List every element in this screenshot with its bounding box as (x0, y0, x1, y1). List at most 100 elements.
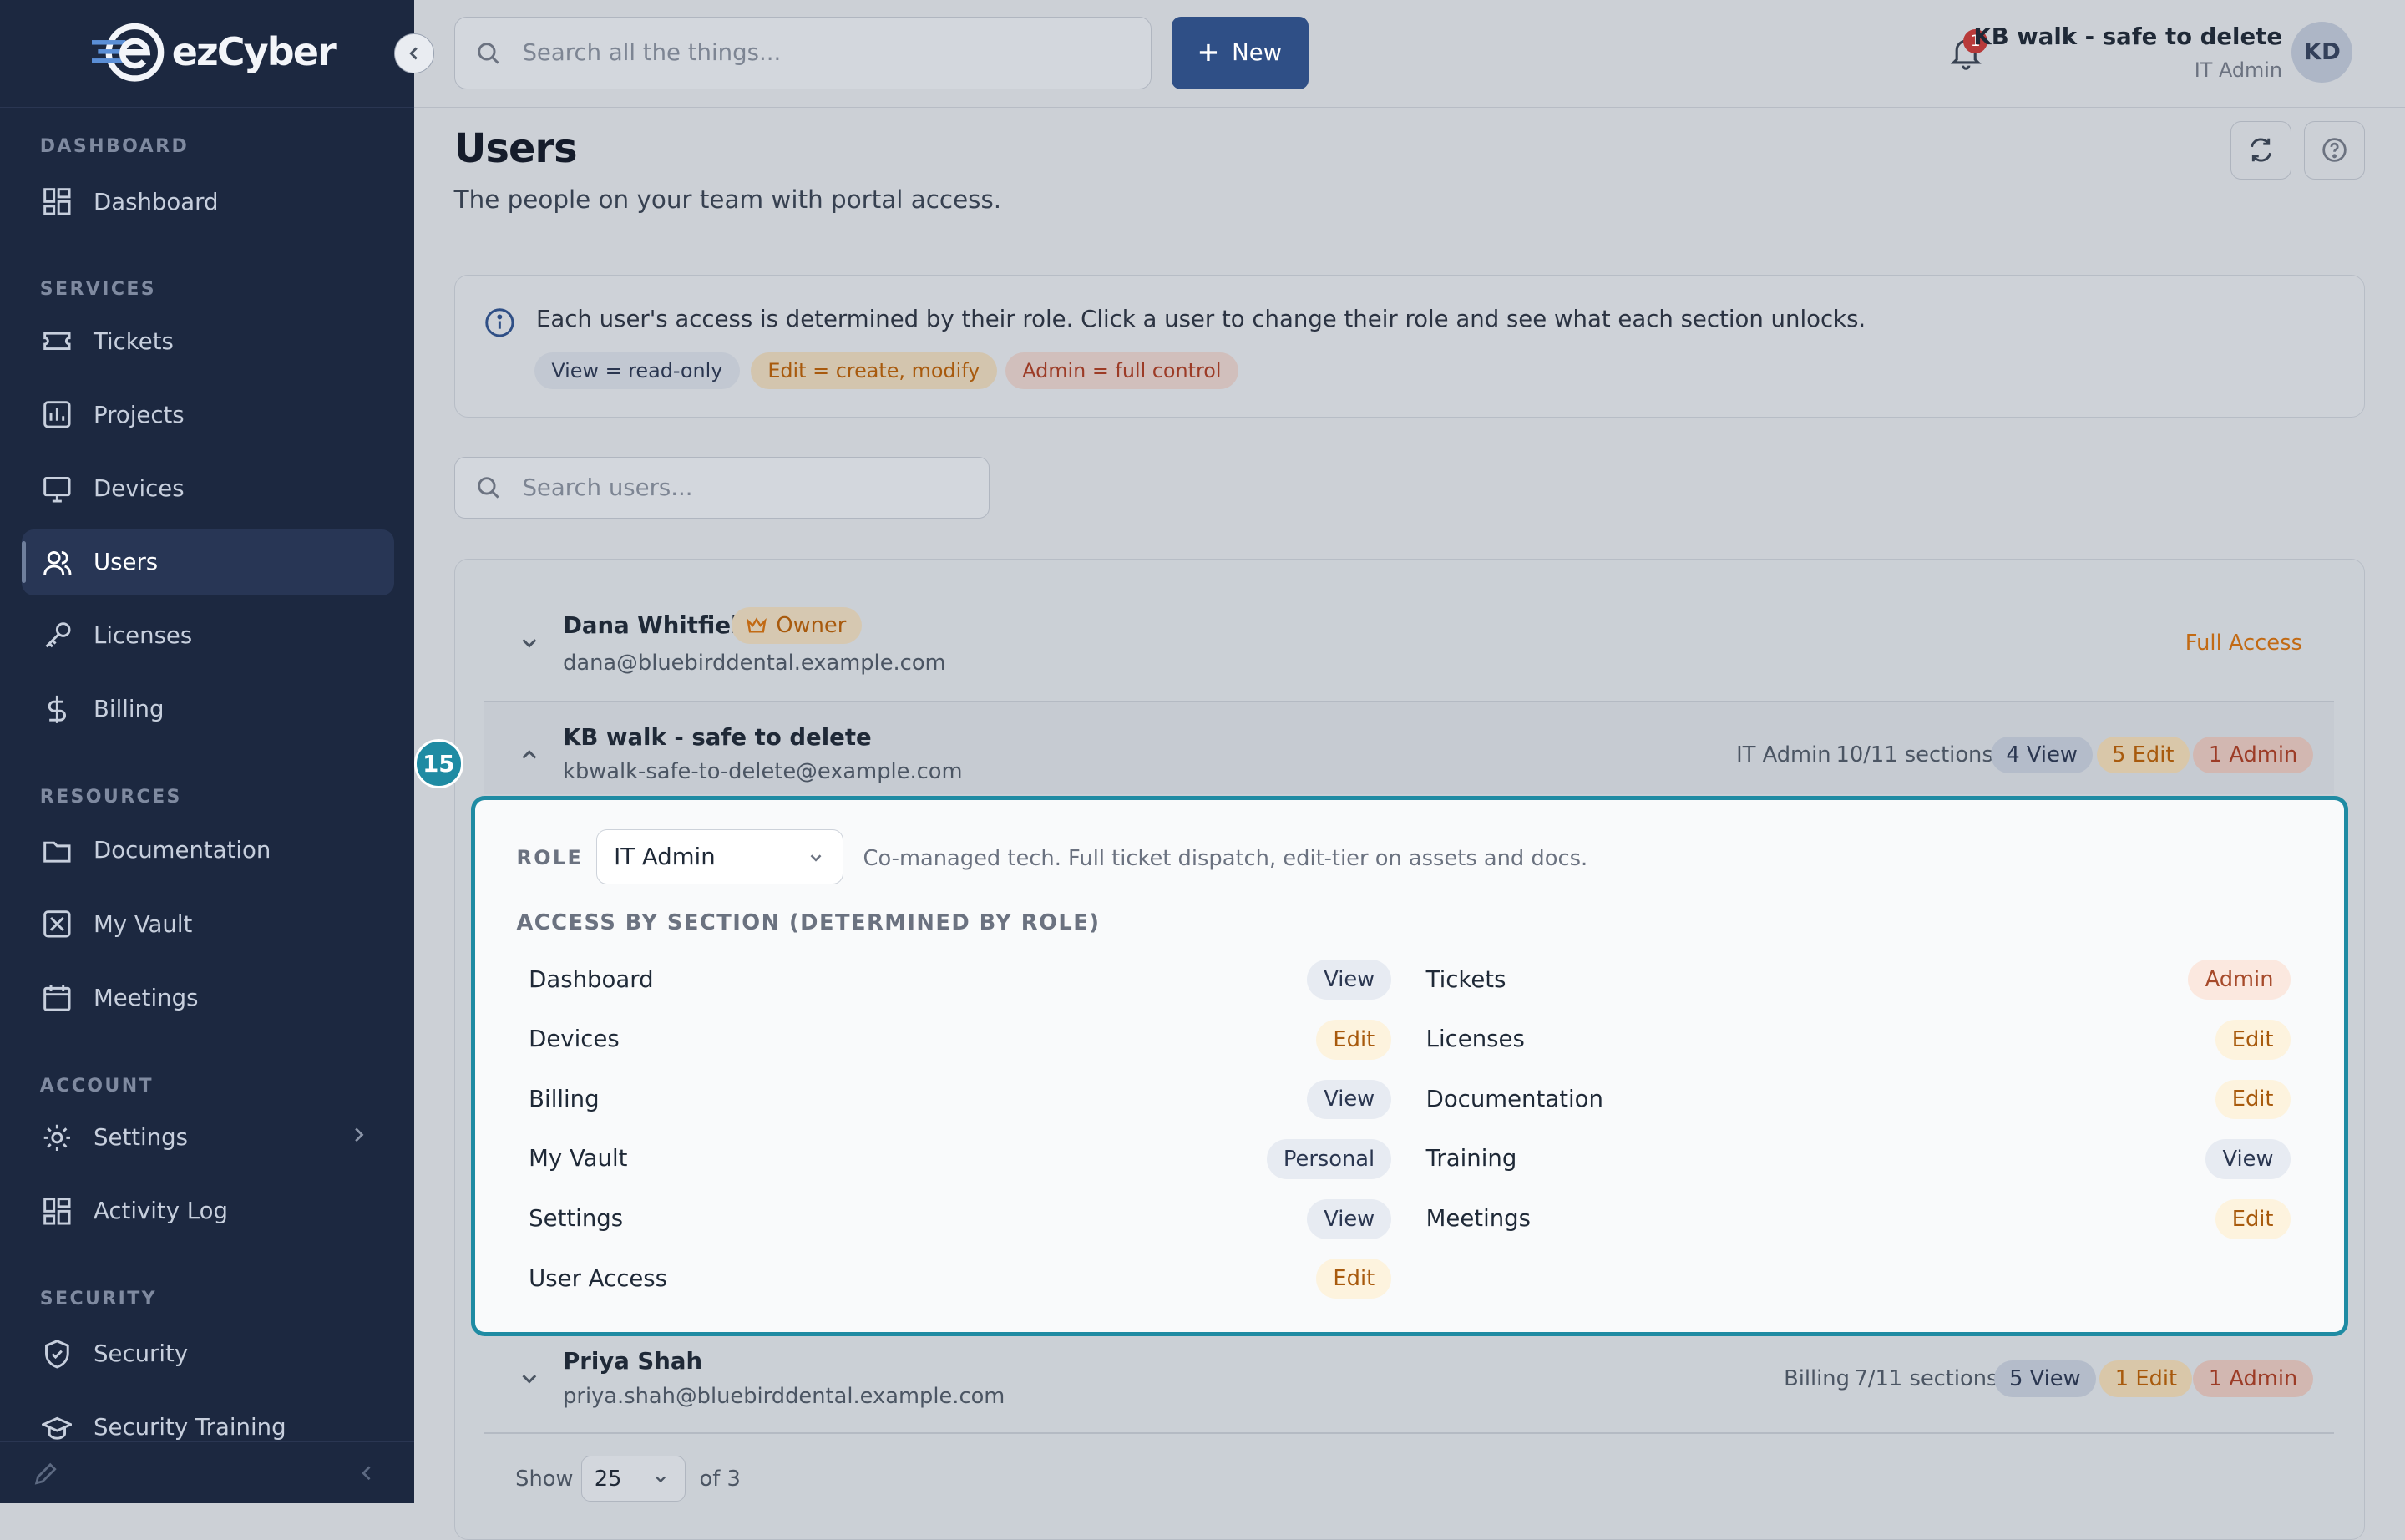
section-name-dashboard: Dashboard (529, 965, 654, 993)
sidebar-item-activity-log[interactable]: Activity Log (22, 1178, 394, 1244)
current-user-name[interactable]: KB walk - safe to delete (1973, 23, 2282, 50)
dashboard-grid-icon (40, 185, 73, 218)
sidebar-item-security[interactable]: Security (22, 1320, 394, 1386)
section-label-services: SERVICES (39, 279, 157, 301)
chevron-down-icon[interactable] (519, 632, 540, 654)
user-sections: 10/11 sections (1835, 742, 1993, 767)
key-icon (40, 619, 73, 652)
current-user-role: IT Admin (2194, 58, 2283, 82)
access-level-tag: Admin (2188, 960, 2291, 1000)
role-info-box: Each user's access is determined by thei… (453, 274, 2366, 418)
sidebar-item-meetings[interactable]: Meetings (22, 965, 394, 1031)
sidebar-item-label: Security Training (94, 1414, 286, 1441)
role-select-value: IT Admin (614, 843, 716, 871)
chevron-down-icon (807, 849, 825, 867)
global-search-placeholder: Search all the things... (522, 39, 782, 67)
chip-admin: Admin = full control (1005, 352, 1238, 389)
sidebar-item-label: Billing (94, 696, 165, 723)
chevron-down-icon[interactable] (519, 1368, 540, 1390)
plus-icon (1198, 43, 1218, 63)
avatar[interactable]: KD (2291, 21, 2353, 84)
sidebar: ezCyber DASHBOARD Dashboard SERVICES Tic… (0, 0, 414, 1503)
sidebar-item-settings[interactable]: Settings (22, 1104, 394, 1170)
sidebar-item-my-vault[interactable]: My Vault (22, 891, 394, 957)
logo-mark-icon (92, 23, 165, 82)
sidebar-item-label: Activity Log (94, 1198, 228, 1225)
sidebar-item-label: Dashboard (94, 188, 219, 215)
access-level-tag: Personal (1266, 1139, 1392, 1179)
pencil-icon[interactable] (33, 1461, 58, 1486)
page-size-value: 25 (594, 1466, 622, 1492)
user-email: kbwalk-safe-to-delete@example.com (563, 759, 963, 785)
global-search-input[interactable]: Search all the things... (453, 17, 1152, 89)
sidebar-item-label: My Vault (94, 910, 193, 938)
user-name[interactable]: Dana Whitfield (563, 612, 755, 639)
crown-icon (747, 616, 767, 635)
calendar-icon (40, 981, 73, 1015)
section-name-documentation: Documentation (1425, 1085, 1603, 1112)
access-level-tag: Edit (1316, 1019, 1392, 1060)
monitor-icon (40, 472, 73, 505)
step-badge: 15 (413, 739, 463, 789)
full-access-label: Full Access (2185, 630, 2302, 656)
access-level-tag: Edit (2215, 1079, 2291, 1120)
users-icon (40, 545, 73, 579)
search-icon (476, 475, 500, 499)
chevron-left-icon (409, 47, 418, 60)
sidebar-footer (0, 1441, 414, 1502)
page-size-select[interactable]: 25 (581, 1456, 686, 1502)
admin-count-pill: 1 Admin (2193, 736, 2313, 773)
sidebar-item-tickets[interactable]: Tickets (22, 308, 394, 374)
sidebar-item-documentation[interactable]: Documentation (22, 818, 394, 884)
chevron-left-icon[interactable] (356, 1462, 377, 1484)
sidebar-item-billing[interactable]: Billing (22, 676, 394, 742)
sidebar-item-dashboard[interactable]: Dashboard (22, 169, 394, 235)
role-label: ROLE (516, 846, 584, 870)
search-users-placeholder: Search users... (522, 474, 693, 502)
sidebar-item-projects[interactable]: Projects (22, 382, 394, 448)
section-label-resources: RESOURCES (39, 787, 182, 808)
ezcyber-logo[interactable]: ezCyber (92, 22, 337, 83)
sidebar-item-label: Meetings (94, 984, 199, 1011)
sidebar-item-licenses[interactable]: Licenses (22, 603, 394, 669)
role-select[interactable]: IT Admin (595, 829, 843, 885)
sidebar-item-label: Projects (94, 401, 185, 428)
chevron-right-icon (348, 1124, 370, 1146)
section-name-tickets: Tickets (1425, 965, 1506, 993)
access-level-tag: Edit (2215, 1019, 2291, 1060)
sidebar-item-devices[interactable]: Devices (22, 455, 394, 521)
section-name-meetings: Meetings (1425, 1205, 1532, 1233)
sidebar-collapse-button[interactable] (394, 33, 434, 74)
sidebar-item-label: Users (94, 549, 159, 576)
graduation-cap-icon (40, 1411, 73, 1444)
new-button-label: New (1232, 39, 1283, 67)
search-users-input[interactable]: Search users... (453, 457, 990, 519)
dollar-icon (40, 692, 73, 726)
view-count-pill: 5 View (1993, 1360, 2096, 1398)
role-description: Co-managed tech. Full ticket dispatch, e… (863, 846, 1588, 872)
info-icon (484, 307, 515, 338)
user-name[interactable]: Priya Shah (563, 1348, 702, 1375)
new-button[interactable]: New (1172, 17, 1309, 89)
sidebar-item-label: Devices (94, 474, 185, 502)
sidebar-item-users[interactable]: Users (21, 529, 395, 595)
user-name[interactable]: KB walk - safe to delete (563, 724, 872, 751)
chip-edit: Edit = create, modify (751, 352, 997, 389)
section-name-licenses: Licenses (1425, 1026, 1525, 1053)
section-name-devices: Devices (529, 1026, 620, 1053)
projects-chart-icon (40, 398, 73, 432)
section-name-billing: Billing (529, 1085, 600, 1112)
logo-area: ezCyber (0, 0, 414, 108)
activity-grid-icon (40, 1194, 73, 1228)
owner-badge-label: Owner (776, 613, 847, 639)
admin-count-pill: 1 Admin (2193, 1360, 2313, 1398)
chevron-up-icon[interactable] (519, 744, 540, 766)
section-label-security: SECURITY (39, 1288, 157, 1310)
section-label-dashboard: DASHBOARD (39, 136, 190, 158)
user-sections: 7/11 sections (1854, 1366, 1998, 1392)
help-button[interactable] (2303, 121, 2366, 180)
logo-text: ezCyber (171, 29, 337, 75)
access-section-title: ACCESS BY SECTION (DETERMINED BY ROLE) (516, 910, 1101, 936)
ticket-icon (40, 324, 73, 357)
refresh-button[interactable] (2230, 121, 2291, 180)
